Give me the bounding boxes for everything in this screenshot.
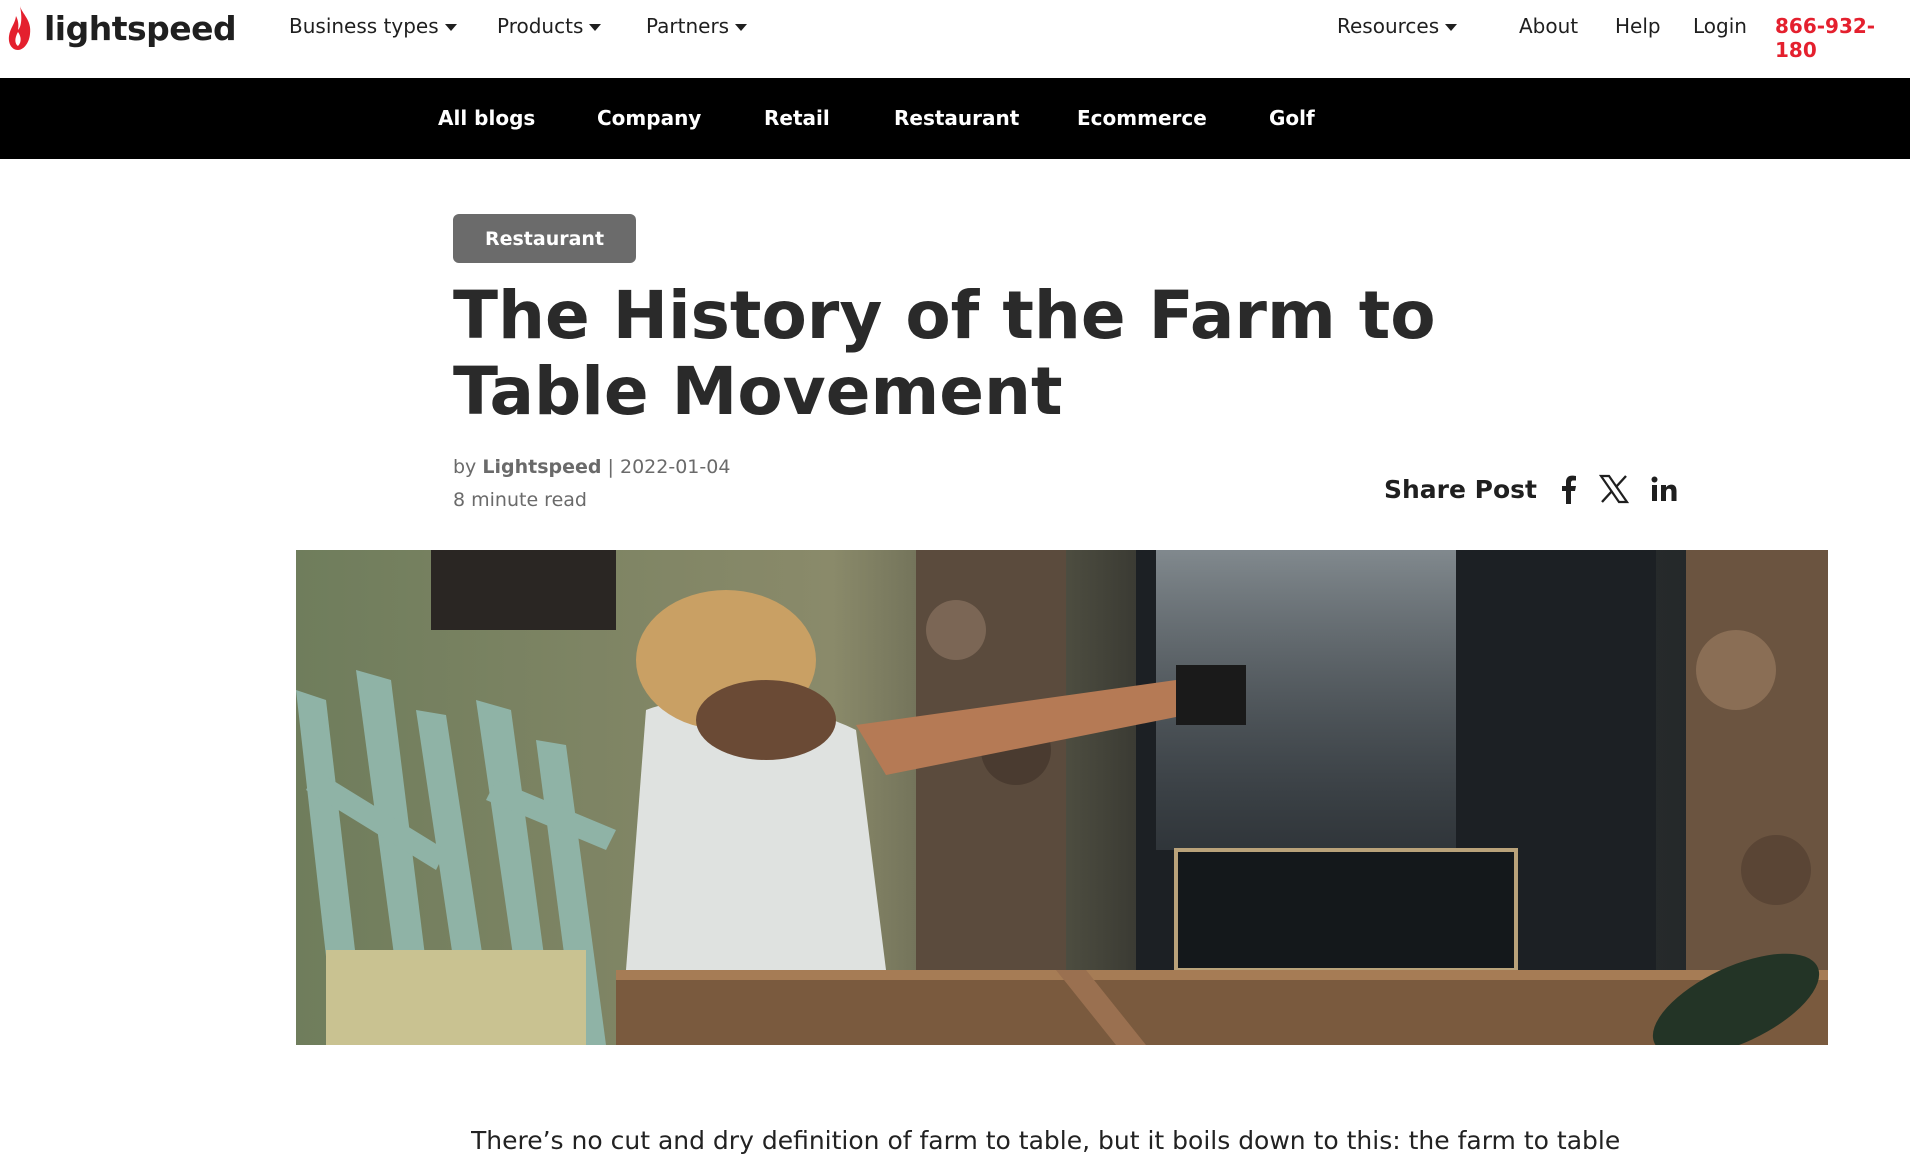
blog-nav-restaurant[interactable]: Restaurant bbox=[894, 106, 1019, 130]
byline: by Lightspeed | 2022-01-04 bbox=[453, 456, 730, 478]
brand-name: lightspeed bbox=[44, 8, 237, 48]
hero-illustration bbox=[296, 550, 1828, 1045]
byline-separator: | bbox=[607, 456, 614, 478]
share-post: Share Post bbox=[1384, 474, 1677, 504]
caret-down-icon bbox=[1445, 23, 1458, 31]
blog-nav-company[interactable]: Company bbox=[597, 106, 701, 130]
category-badge[interactable]: Restaurant bbox=[453, 214, 636, 263]
flame-logo-icon bbox=[6, 4, 34, 52]
phone-number-link[interactable]: 866-932-180 bbox=[1775, 14, 1910, 62]
author-name: Lightspeed bbox=[482, 456, 602, 478]
share-label: Share Post bbox=[1384, 474, 1537, 504]
byline-prefix: by bbox=[453, 456, 477, 478]
nav-partners-label: Partners bbox=[646, 14, 730, 38]
linkedin-icon[interactable] bbox=[1651, 476, 1677, 502]
caret-down-icon bbox=[589, 23, 602, 31]
lightspeed-logo[interactable]: lightspeed bbox=[6, 4, 237, 52]
nav-help[interactable]: Help bbox=[1615, 14, 1661, 38]
nav-business-types-label: Business types bbox=[289, 14, 439, 38]
caret-down-icon bbox=[444, 23, 457, 31]
nav-resources[interactable]: Resources bbox=[1337, 14, 1458, 38]
x-icon[interactable] bbox=[1599, 474, 1629, 504]
read-time: 8 minute read bbox=[453, 489, 587, 511]
publish-date: 2022-01-04 bbox=[619, 456, 731, 478]
nav-business-types[interactable]: Business types bbox=[289, 14, 457, 38]
blog-nav-all-blogs[interactable]: All blogs bbox=[438, 106, 535, 130]
blog-nav-ecommerce[interactable]: Ecommerce bbox=[1077, 106, 1207, 130]
facebook-icon[interactable] bbox=[1559, 474, 1577, 504]
blog-navigation: All blogs Company Retail Restaurant Ecom… bbox=[0, 78, 1910, 159]
top-navigation: lightspeed Business types Products Partn… bbox=[0, 0, 1910, 78]
hero-image bbox=[296, 550, 1828, 1045]
nav-partners[interactable]: Partners bbox=[646, 14, 748, 38]
nav-products-label: Products bbox=[497, 14, 584, 38]
nav-resources-label: Resources bbox=[1337, 14, 1440, 38]
nav-products[interactable]: Products bbox=[497, 14, 602, 38]
caret-down-icon bbox=[735, 23, 748, 31]
blog-nav-golf[interactable]: Golf bbox=[1269, 106, 1315, 130]
article-intro: There’s no cut and dry definition of far… bbox=[471, 1126, 1621, 1155]
article-title: The History of the Farm to Table Movemen… bbox=[453, 277, 1436, 430]
nav-about[interactable]: About bbox=[1519, 14, 1578, 38]
blog-nav-retail[interactable]: Retail bbox=[764, 106, 830, 130]
nav-login[interactable]: Login bbox=[1693, 14, 1747, 38]
